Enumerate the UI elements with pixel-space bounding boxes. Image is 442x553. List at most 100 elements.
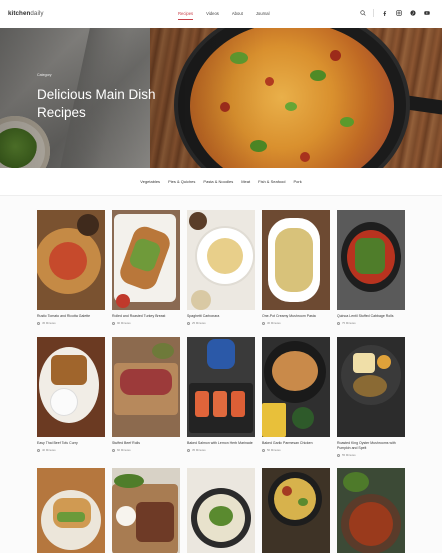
site-header: kitchendaily Recipes Videos About Journa… bbox=[0, 0, 442, 28]
recipe-card[interactable]: Roasted King Oyster Mushrooms with Pumpk… bbox=[337, 337, 405, 457]
recipe-image[interactable] bbox=[187, 337, 255, 437]
recipe-image[interactable] bbox=[37, 468, 105, 553]
recipe-title[interactable]: One-Pot Creamy Mushroom Pasta bbox=[262, 314, 330, 319]
hand-sleeve bbox=[207, 339, 235, 369]
recipe-time: 35 Minutes bbox=[187, 448, 255, 452]
recipe-image[interactable] bbox=[262, 210, 330, 310]
category-pasta-noodles[interactable]: Pasta & Noodles bbox=[203, 179, 233, 184]
recipe-time-text: 40 Minutes bbox=[42, 448, 56, 452]
cabbage-rolls bbox=[355, 238, 385, 274]
nav-journal[interactable]: Journal bbox=[256, 11, 270, 16]
recipe-title[interactable]: Rolled and Roasted Turkey Breast bbox=[112, 314, 180, 319]
nav-recipes[interactable]: Recipes bbox=[178, 11, 194, 20]
frittata bbox=[274, 478, 316, 520]
recipe-card[interactable]: Stuffed Beef Rolls 60 Minutes bbox=[112, 337, 180, 452]
recipe-card[interactable] bbox=[187, 468, 255, 553]
category-pies-quiches[interactable]: Pies & Quiches bbox=[168, 179, 195, 184]
recipe-image[interactable] bbox=[262, 337, 330, 437]
recipe-time: 30 Minutes bbox=[262, 321, 330, 325]
instagram-icon[interactable] bbox=[395, 10, 402, 17]
pepper-bowl bbox=[189, 212, 207, 230]
galette-tomatoes bbox=[49, 242, 87, 280]
herb-bowl bbox=[292, 407, 314, 429]
header-divider bbox=[373, 9, 374, 17]
pinterest-icon[interactable] bbox=[409, 10, 416, 17]
recipe-image[interactable] bbox=[262, 468, 330, 553]
tomato-piece bbox=[282, 486, 292, 496]
recipe-card[interactable] bbox=[337, 468, 405, 553]
recipe-card[interactable] bbox=[112, 468, 180, 553]
spelt bbox=[353, 375, 387, 397]
recipe-image[interactable] bbox=[112, 210, 180, 310]
napkin bbox=[262, 403, 286, 437]
recipe-card[interactable]: Baked Garlic Parmesan Chicken 50 Minutes bbox=[262, 337, 330, 452]
recipe-card[interactable]: Rolled and Roasted Turkey Breast 90 Minu… bbox=[112, 210, 180, 325]
recipe-time: 75 Minutes bbox=[337, 321, 405, 325]
recipe-title[interactable]: Stuffed Beef Rolls bbox=[112, 441, 180, 446]
recipe-title[interactable]: Rustic Tomato and Ricotta Galette bbox=[37, 314, 105, 319]
recipe-card[interactable]: Rustic Tomato and Ricotta Galette 45 Min… bbox=[37, 210, 105, 325]
recipe-title[interactable]: Roasted King Oyster Mushrooms with Pumpk… bbox=[337, 441, 405, 451]
recipe-card[interactable] bbox=[37, 468, 105, 553]
recipe-title[interactable]: Spaghetti Carbonara bbox=[187, 314, 255, 319]
clock-icon bbox=[187, 448, 190, 452]
recipe-title[interactable]: Easy Thai Beef Tofu Curry bbox=[37, 441, 105, 446]
recipe-time-text: 50 Minutes bbox=[267, 448, 281, 452]
recipe-time: 55 Minutes bbox=[337, 453, 405, 457]
recipe-card[interactable]: One-Pot Creamy Mushroom Pasta 30 Minutes bbox=[262, 210, 330, 325]
category-filter-bar: Vegetables Pies & Quiches Pasta & Noodle… bbox=[0, 168, 442, 196]
salmon-fillet bbox=[231, 391, 245, 417]
recipe-image[interactable] bbox=[337, 468, 405, 553]
recipe-image[interactable] bbox=[37, 210, 105, 310]
clock-icon bbox=[262, 448, 265, 452]
recipe-image[interactable] bbox=[337, 337, 405, 437]
recipe-card[interactable]: Easy Thai Beef Tofu Curry 40 Minutes bbox=[37, 337, 105, 452]
facebook-icon[interactable] bbox=[381, 10, 388, 17]
dish-bowl bbox=[77, 214, 99, 236]
nav-about[interactable]: About bbox=[232, 11, 243, 16]
header-icons bbox=[352, 9, 430, 17]
recipe-image[interactable] bbox=[112, 468, 180, 553]
recipe-time-text: 45 Minutes bbox=[42, 321, 56, 325]
rice bbox=[51, 389, 77, 415]
sauce-bowl bbox=[116, 506, 136, 526]
beef-curry bbox=[51, 355, 87, 385]
recipe-card[interactable]: Baked Salmon with Lemon Herb Marinade 35… bbox=[187, 337, 255, 452]
category-meat[interactable]: Meat bbox=[241, 179, 250, 184]
hero-category-label[interactable]: Category bbox=[37, 73, 52, 77]
recipe-card[interactable]: Spaghetti Carbonara 25 Minutes bbox=[187, 210, 255, 325]
recipe-card[interactable]: Quinoa Lentil Stuffed Cabbage Rolls 75 M… bbox=[337, 210, 405, 325]
herbs bbox=[343, 472, 369, 492]
nav-videos[interactable]: Videos bbox=[206, 11, 219, 16]
recipe-time-text: 90 Minutes bbox=[117, 321, 131, 325]
recipe-title[interactable]: Baked Salmon with Lemon Herb Marinade bbox=[187, 441, 255, 446]
salmon-fillet bbox=[213, 391, 227, 417]
recipe-title[interactable]: Baked Garlic Parmesan Chicken bbox=[262, 441, 330, 446]
category-pork[interactable]: Pork bbox=[293, 179, 301, 184]
recipe-time-text: 25 Minutes bbox=[192, 321, 206, 325]
stew bbox=[349, 502, 393, 546]
logo-bold-text: kitchen bbox=[8, 10, 31, 17]
clock-icon bbox=[112, 321, 115, 325]
site-logo[interactable]: kitchendaily bbox=[8, 10, 44, 17]
recipe-card[interactable] bbox=[262, 468, 330, 553]
recipe-image[interactable] bbox=[337, 210, 405, 310]
youtube-icon[interactable] bbox=[423, 10, 430, 17]
category-vegetables[interactable]: Vegetables bbox=[140, 179, 160, 184]
recipe-image[interactable] bbox=[37, 337, 105, 437]
salmon-fillet bbox=[195, 391, 209, 417]
recipe-image[interactable] bbox=[187, 468, 255, 553]
greens bbox=[114, 474, 144, 488]
search-icon[interactable] bbox=[359, 10, 366, 17]
recipe-time: 60 Minutes bbox=[112, 448, 180, 452]
herbs bbox=[298, 498, 308, 506]
spaghetti bbox=[207, 238, 243, 274]
main-nav: Recipes Videos About Journal bbox=[178, 11, 283, 20]
recipe-time: 45 Minutes bbox=[37, 321, 105, 325]
recipe-image[interactable] bbox=[112, 337, 180, 437]
parmesan-chicken bbox=[272, 351, 318, 391]
category-fish-seafood[interactable]: Fish & Seafood bbox=[258, 179, 285, 184]
recipe-title[interactable]: Quinoa Lentil Stuffed Cabbage Rolls bbox=[337, 314, 405, 319]
steak bbox=[136, 502, 174, 542]
recipe-image[interactable] bbox=[187, 210, 255, 310]
